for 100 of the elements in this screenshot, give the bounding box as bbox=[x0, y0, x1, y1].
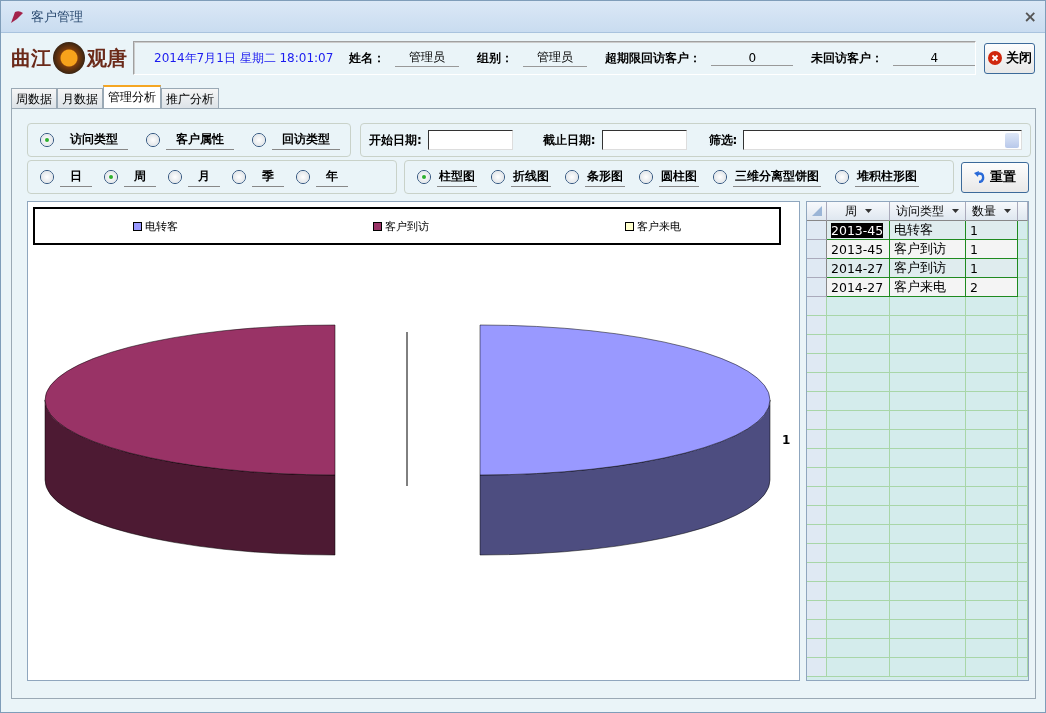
row-header[interactable] bbox=[807, 221, 827, 240]
empty-cell bbox=[966, 297, 1018, 316]
window-title: 客户管理 bbox=[31, 7, 83, 26]
logo: 曲江 观唐 bbox=[11, 39, 127, 77]
empty-cell bbox=[966, 563, 1018, 582]
empty-cell bbox=[1018, 259, 1028, 278]
empty-cell bbox=[1018, 487, 1028, 506]
radio-button[interactable] bbox=[296, 170, 310, 184]
empty-cell bbox=[966, 354, 1018, 373]
radio-button[interactable] bbox=[252, 133, 266, 147]
radio-button[interactable] bbox=[40, 133, 54, 147]
radio-button[interactable] bbox=[712, 170, 727, 184]
empty-cell bbox=[966, 525, 1018, 544]
caret-icon[interactable] bbox=[1004, 209, 1011, 213]
radio-button[interactable] bbox=[490, 170, 505, 184]
field-label: 超期限回访客户： bbox=[605, 49, 702, 67]
empty-cell bbox=[1018, 620, 1028, 639]
end-date-field[interactable] bbox=[601, 130, 687, 150]
caret-icon[interactable] bbox=[952, 209, 959, 213]
empty-cell bbox=[1018, 582, 1028, 601]
empty-cell bbox=[1018, 411, 1028, 430]
empty-cell bbox=[966, 639, 1018, 658]
radio-button[interactable] bbox=[168, 170, 182, 184]
empty-cell bbox=[966, 487, 1018, 506]
tab[interactable]: 周数据 bbox=[11, 88, 57, 108]
radio-button[interactable] bbox=[146, 133, 160, 147]
row-header[interactable] bbox=[807, 278, 827, 297]
app-icon bbox=[9, 8, 25, 25]
option-label[interactable]: 圆柱图 bbox=[658, 167, 699, 187]
legend-label: 客户到访 bbox=[385, 218, 430, 234]
radio-button[interactable] bbox=[834, 170, 849, 184]
empty-cell bbox=[1018, 335, 1028, 354]
empty-cell bbox=[1018, 449, 1028, 468]
radio-button[interactable] bbox=[416, 170, 431, 184]
close-button[interactable]: 关闭 bbox=[984, 42, 1035, 74]
column-header[interactable]: 访问类型 bbox=[890, 202, 966, 221]
column-header[interactable]: 周 bbox=[827, 202, 890, 221]
table-cell: 1 bbox=[966, 240, 1018, 259]
filter-dropdown[interactable] bbox=[743, 130, 1022, 150]
caret-icon[interactable] bbox=[864, 209, 872, 213]
column-header[interactable]: 数量 bbox=[966, 202, 1018, 221]
empty-cell bbox=[1018, 563, 1028, 582]
option-label[interactable]: 季 bbox=[252, 167, 284, 187]
empty-cell bbox=[1018, 430, 1028, 449]
empty-cell bbox=[966, 658, 1018, 677]
empty-cell bbox=[966, 316, 1018, 335]
data-label: 1 bbox=[782, 433, 791, 447]
tab[interactable]: 管理分析 bbox=[103, 85, 161, 108]
empty-cell bbox=[966, 373, 1018, 392]
field-value: 管理员 bbox=[395, 49, 460, 67]
option-label[interactable]: 月 bbox=[188, 167, 220, 187]
option-label[interactable]: 访问类型 bbox=[60, 130, 128, 150]
field-value: 管理员 bbox=[523, 49, 588, 67]
empty-cell bbox=[966, 335, 1018, 354]
legend-label: 客户来电 bbox=[637, 218, 682, 234]
empty-cell bbox=[966, 506, 1018, 525]
radio-button[interactable] bbox=[40, 170, 54, 184]
row-header[interactable] bbox=[807, 259, 827, 278]
empty-cell bbox=[1018, 354, 1028, 373]
empty-cell bbox=[966, 468, 1018, 487]
table-cell: 2014-27 bbox=[827, 278, 890, 297]
radio-button[interactable] bbox=[564, 170, 579, 184]
option-label[interactable]: 三维分离型饼图 bbox=[732, 167, 821, 187]
reset-button[interactable]: 重置 bbox=[961, 161, 1029, 193]
tab[interactable]: 推广分析 bbox=[161, 88, 219, 108]
option-label[interactable]: 堆积柱形图 bbox=[854, 167, 919, 187]
table-cell: 1 bbox=[966, 259, 1018, 278]
field-label: 姓名： bbox=[349, 49, 386, 67]
empty-cell bbox=[1018, 601, 1028, 620]
select-all-corner[interactable] bbox=[807, 202, 827, 221]
empty-cell bbox=[966, 430, 1018, 449]
start-date-field[interactable] bbox=[427, 130, 513, 150]
tab[interactable]: 月数据 bbox=[57, 88, 103, 108]
option-label[interactable]: 日 bbox=[60, 167, 92, 187]
empty-cell bbox=[1018, 468, 1028, 487]
corner-icon bbox=[811, 206, 822, 216]
legend-label: 电转客 bbox=[144, 218, 178, 234]
radio-button[interactable] bbox=[638, 170, 653, 184]
empty-cell bbox=[966, 392, 1018, 411]
option-label[interactable]: 条形图 bbox=[584, 167, 625, 187]
radio-button[interactable] bbox=[232, 170, 246, 184]
empty-cell bbox=[1018, 525, 1028, 544]
empty-cell bbox=[1018, 240, 1028, 259]
close-icon bbox=[987, 51, 1002, 65]
field-label: 筛选: bbox=[708, 131, 738, 149]
radio-button[interactable] bbox=[104, 170, 118, 184]
table-cell: 电转客 bbox=[890, 221, 966, 240]
option-label[interactable]: 客户属性 bbox=[166, 130, 234, 150]
empty-cell bbox=[966, 582, 1018, 601]
close-icon[interactable]: × bbox=[1023, 7, 1037, 26]
option-label[interactable]: 折线图 bbox=[510, 167, 551, 187]
option-label[interactable]: 回访类型 bbox=[272, 130, 340, 150]
row-header[interactable] bbox=[807, 240, 827, 259]
option-label[interactable]: 年 bbox=[316, 167, 348, 187]
empty-cell bbox=[1018, 316, 1028, 335]
field-label: 组别： bbox=[477, 49, 514, 67]
option-label[interactable]: 柱型图 bbox=[436, 167, 477, 187]
empty-cell bbox=[966, 449, 1018, 468]
option-label[interactable]: 周 bbox=[124, 167, 156, 187]
table-cell: 2013-45 bbox=[827, 240, 890, 259]
